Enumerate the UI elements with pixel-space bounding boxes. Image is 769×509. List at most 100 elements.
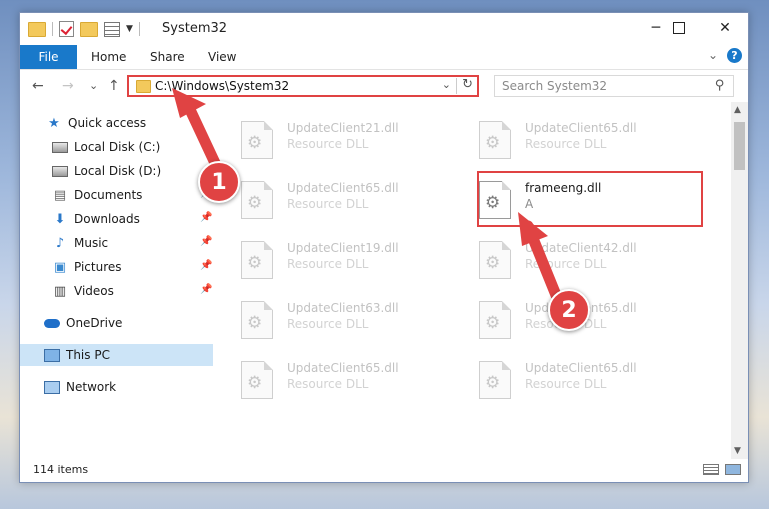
- refresh-icon[interactable]: ↻: [462, 77, 473, 92]
- sidebar-item-pictures[interactable]: ▣ Pictures: [52, 256, 122, 278]
- file-name: UpdateClient65.dll: [287, 181, 399, 195]
- dll-file-icon: ⚙: [241, 361, 273, 399]
- up-button[interactable]: ↑: [108, 78, 120, 94]
- dll-file-icon: ⚙: [241, 301, 273, 339]
- details-view-icon[interactable]: [703, 464, 719, 475]
- computer-icon: [44, 347, 60, 363]
- expand-ribbon-chevron-icon[interactable]: ⌄: [708, 48, 718, 62]
- sidebar-item-local-disk-c[interactable]: Local Disk (C:): [52, 136, 160, 158]
- file-item[interactable]: ⚙ UpdateClient65.dll Resource DLL: [458, 350, 678, 402]
- file-name: UpdateClient19.dll: [287, 241, 399, 255]
- file-item[interactable]: ⚙ UpdateClient65.dll Resource DLL: [220, 350, 440, 402]
- address-dropdown-icon[interactable]: ⌄: [442, 78, 451, 91]
- file-type: Resource DLL: [525, 137, 607, 151]
- file-type: Resource DLL: [287, 377, 369, 391]
- gear-icon: ⚙: [247, 133, 263, 153]
- sidebar-item-label: OneDrive: [66, 316, 123, 330]
- scroll-down-icon[interactable]: ▼: [734, 446, 741, 456]
- sidebar-item-this-pc[interactable]: This PC: [20, 344, 213, 366]
- sidebar-item-local-disk-d[interactable]: Local Disk (D:): [52, 160, 161, 182]
- sidebar-item-label: This PC: [66, 348, 110, 362]
- search-placeholder[interactable]: Search System32: [502, 79, 607, 93]
- pin-icon[interactable]: 📌: [200, 212, 212, 223]
- ribbon-tabs: File Home Share View ⌄ ?: [20, 45, 748, 70]
- window-title: System32: [162, 21, 228, 36]
- sidebar-item-downloads[interactable]: ⬇ Downloads: [52, 208, 140, 230]
- sidebar-item-label: Videos: [74, 284, 114, 298]
- properties-check-icon[interactable]: [59, 21, 74, 37]
- sidebar-item-label: Quick access: [68, 116, 147, 130]
- close-button[interactable]: ✕: [702, 13, 748, 43]
- forward-button[interactable]: →: [62, 78, 74, 94]
- sidebar-item-label: Downloads: [74, 212, 140, 226]
- file-explorer-window: ▼ System32 ─ ✕ File Home Share View ⌄ ? …: [19, 12, 749, 483]
- status-bar: 114 items: [20, 459, 748, 481]
- music-note-icon: ♪: [55, 235, 65, 251]
- maximize-button[interactable]: [656, 13, 702, 43]
- scrollbar-thumb[interactable]: [734, 122, 745, 170]
- vertical-scrollbar[interactable]: ▲ ▼: [731, 102, 748, 459]
- gear-icon: ⚙: [247, 193, 263, 213]
- pin-icon[interactable]: 📌: [200, 284, 212, 295]
- large-icons-view-icon[interactable]: [725, 464, 741, 475]
- search-box[interactable]: Search System32 ⚲: [494, 75, 734, 97]
- gear-icon: ⚙: [485, 253, 501, 273]
- file-type: Resource DLL: [525, 257, 607, 271]
- dll-file-icon: ⚙: [241, 181, 273, 219]
- toolbar-divider: [52, 22, 53, 36]
- sidebar-item-videos[interactable]: ▥ Videos: [52, 280, 114, 302]
- sidebar-item-label: Network: [66, 380, 117, 394]
- title-bar: ▼ System32 ─ ✕: [20, 13, 748, 45]
- pin-icon[interactable]: 📌: [200, 236, 212, 247]
- address-path[interactable]: C:\Windows\System32: [155, 79, 289, 93]
- new-folder-icon[interactable]: [80, 21, 98, 37]
- tab-file[interactable]: File: [20, 45, 77, 69]
- file-type: Resource DLL: [287, 317, 369, 331]
- customize-toolbar-chevron-icon[interactable]: ▼: [126, 24, 133, 34]
- gear-icon: ⚙: [485, 313, 501, 333]
- address-bar[interactable]: C:\Windows\System32 ⌄ ↻: [127, 75, 479, 97]
- folder-icon: [136, 80, 151, 93]
- step-badge-2: 2: [548, 289, 590, 331]
- close-icon: ✕: [719, 20, 731, 36]
- dll-file-icon: ⚙: [241, 121, 273, 159]
- pictures-icon: ▣: [53, 259, 67, 275]
- search-icon[interactable]: ⚲: [715, 78, 725, 93]
- sidebar-item-quick-access[interactable]: ★ Quick access: [46, 112, 146, 134]
- file-item[interactable]: ⚙ UpdateClient65.dll Resource DLL: [220, 170, 440, 222]
- tab-view[interactable]: View: [208, 50, 236, 64]
- navigation-bar: ← → ⌄ ↑ C:\Windows\System32 ⌄ ↻ Search S…: [20, 70, 748, 102]
- help-icon[interactable]: ?: [727, 48, 742, 63]
- scroll-up-icon[interactable]: ▲: [734, 105, 741, 115]
- file-item[interactable]: ⚙ UpdateClient19.dll Resource DLL: [220, 230, 440, 282]
- properties-icon[interactable]: [104, 21, 120, 37]
- file-item[interactable]: ⚙ UpdateClient42.dll Resource DLL: [458, 230, 678, 282]
- step-badge-1: 1: [198, 161, 240, 203]
- sidebar-item-network[interactable]: Network: [44, 376, 116, 398]
- gear-icon: ⚙: [247, 373, 263, 393]
- recent-locations-button[interactable]: ⌄: [89, 79, 98, 92]
- dll-file-icon: ⚙: [479, 241, 511, 279]
- back-button[interactable]: ←: [32, 78, 44, 94]
- tab-home[interactable]: Home: [91, 50, 126, 64]
- file-name: UpdateClient63.dll: [287, 301, 399, 315]
- file-item[interactable]: ⚙ UpdateClient63.dll Resource DLL: [220, 290, 440, 342]
- tab-share[interactable]: Share: [150, 50, 185, 64]
- sidebar-item-label: Local Disk (C:): [74, 140, 161, 154]
- sidebar-item-onedrive[interactable]: OneDrive: [44, 312, 122, 334]
- pin-icon[interactable]: 📌: [200, 260, 212, 271]
- download-arrow-icon: ⬇: [54, 211, 66, 227]
- highlight-box-frameeng: [477, 171, 703, 227]
- sidebar-item-documents[interactable]: ▤ Documents: [52, 184, 143, 206]
- file-item[interactable]: ⚙ UpdateClient21.dll Resource DLL: [220, 110, 440, 162]
- dll-file-icon: ⚙: [479, 301, 511, 339]
- toolbar-divider: [138, 22, 140, 36]
- file-list: ⚙ UpdateClient21.dll Resource DLL ⚙ Upda…: [220, 102, 730, 462]
- sidebar-item-music[interactable]: ♪ Music: [52, 232, 108, 254]
- file-name: UpdateClient65.dll: [287, 361, 399, 375]
- file-item[interactable]: ⚙ UpdateClient65.dll Resource DLL: [458, 110, 678, 162]
- drive-icon: [52, 163, 68, 179]
- network-icon: [44, 379, 60, 395]
- quick-access-toolbar: ▼: [28, 21, 140, 37]
- sidebar-item-label: Documents: [74, 188, 143, 202]
